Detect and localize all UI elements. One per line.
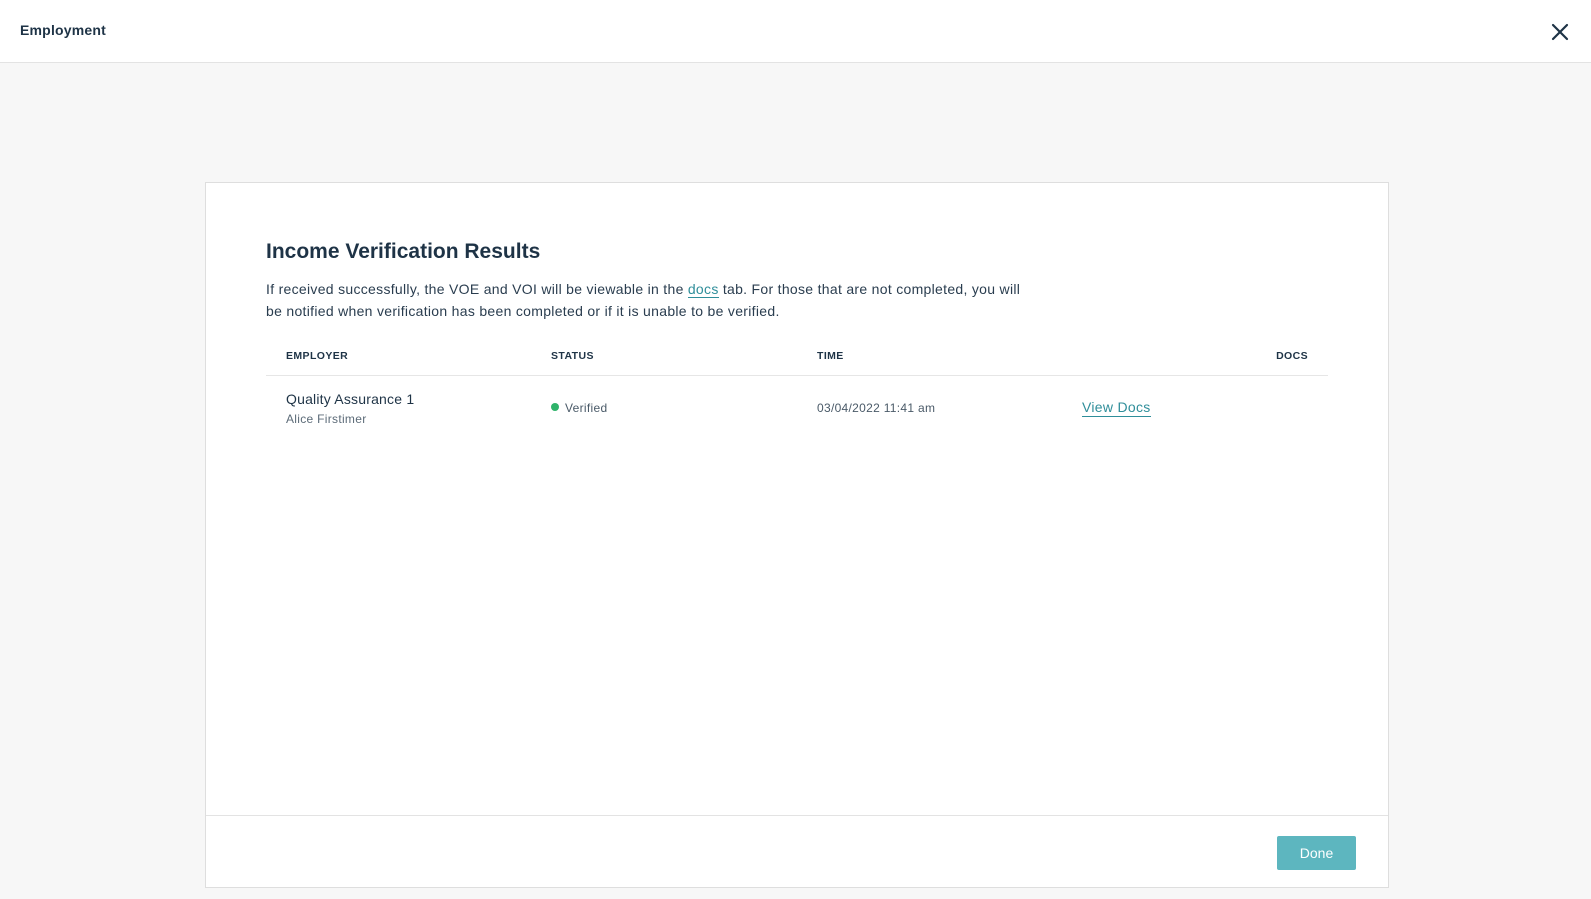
- results-table: EMPLOYER STATUS TIME DOCS Quality Assura…: [266, 333, 1328, 438]
- card-footer: Done: [206, 815, 1388, 887]
- page-title: Employment: [20, 22, 107, 38]
- top-bar: Employment: [0, 0, 1591, 63]
- view-docs-link[interactable]: View Docs: [1082, 399, 1151, 417]
- table-header: EMPLOYER STATUS TIME DOCS: [266, 333, 1328, 376]
- verification-results-card: Income Verification Results If received …: [205, 182, 1389, 888]
- done-button[interactable]: Done: [1277, 836, 1356, 870]
- docs-tab-link[interactable]: docs: [687, 281, 719, 298]
- column-header-status: STATUS: [551, 350, 594, 362]
- table-row: Quality Assurance 1 Alice Firstimer Veri…: [266, 376, 1328, 438]
- close-button[interactable]: [1546, 18, 1574, 46]
- status-dot-icon: [551, 403, 559, 411]
- verification-time: 03/04/2022 11:41 am: [817, 401, 936, 415]
- column-header-employer: EMPLOYER: [286, 350, 349, 362]
- card-title: Income Verification Results: [266, 240, 541, 263]
- card-description: If received successfully, the VOE and VO…: [266, 278, 1026, 322]
- status-badge: Verified: [551, 401, 607, 415]
- close-icon[interactable]: [1546, 18, 1574, 46]
- status-label: Verified: [565, 401, 608, 415]
- column-header-docs: DOCS: [1276, 350, 1308, 362]
- borrower-name: Alice Firstimer: [286, 412, 367, 426]
- column-header-time: TIME: [817, 350, 844, 362]
- employer-name: Quality Assurance 1: [286, 391, 415, 407]
- description-text-before: If received successfully, the VOE and VO…: [266, 281, 688, 297]
